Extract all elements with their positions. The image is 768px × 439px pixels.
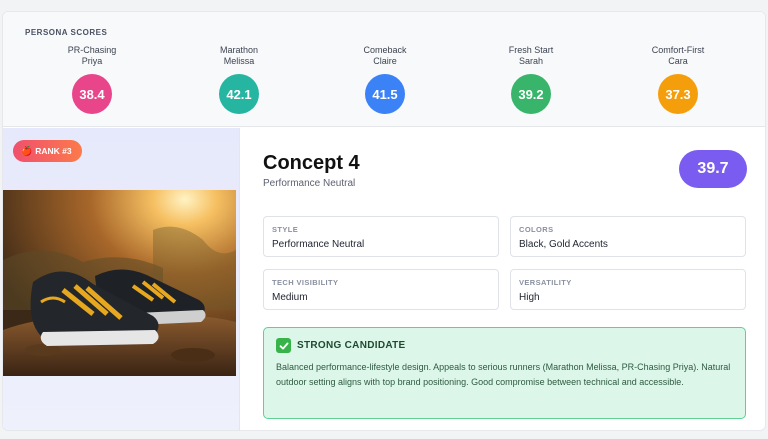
verdict-title: STRONG CANDIDATE: [297, 340, 406, 351]
apple-icon: 🍎: [21, 145, 33, 156]
check-icon: [276, 338, 291, 353]
attribute-value: Medium: [272, 292, 308, 303]
persona-claire: Comeback Claire 41.5: [325, 45, 445, 114]
shoe-photo: [3, 190, 236, 376]
concept-details: Concept 4 Performance Neutral 39.7 STYLE…: [241, 128, 765, 430]
attribute-label: COLORS: [519, 225, 554, 234]
concept-image-panel: 🍎 RANK #3: [3, 128, 240, 430]
persona-name: PR-Chasing Priya: [67, 45, 117, 66]
rank-label: RANK #3: [35, 146, 72, 156]
attribute-colors: COLORS Black, Gold Accents: [510, 216, 746, 257]
attribute-value: High: [519, 292, 540, 303]
attribute-style: STYLE Performance Neutral: [263, 216, 499, 257]
persona-priya: PR-Chasing Priya 38.4: [32, 45, 152, 114]
attribute-label: TECH VISIBILITY: [272, 278, 339, 287]
concept-subtitle: Performance Neutral: [263, 178, 356, 189]
persona-score-badge: 38.4: [72, 74, 112, 114]
attribute-label: VERSATILITY: [519, 278, 572, 287]
attribute-value: Black, Gold Accents: [519, 239, 608, 250]
persona-scores-title: PERSONA SCORES: [25, 28, 108, 37]
attribute-versatility: VERSATILITY High: [510, 269, 746, 310]
rank-badge: 🍎 RANK #3: [13, 140, 82, 162]
persona-name: Marathon Melissa: [219, 45, 259, 66]
persona-name: Comeback Claire: [363, 45, 407, 66]
persona-score-badge: 37.3: [658, 74, 698, 114]
persona-score-badge: 39.2: [511, 74, 551, 114]
persona-score-badge: 42.1: [219, 74, 259, 114]
attribute-tech-visibility: TECH VISIBILITY Medium: [263, 269, 499, 310]
shoe-photo-illustration: [3, 190, 236, 376]
persona-name: Comfort-First Cara: [651, 45, 705, 66]
persona-scores-section: PERSONA SCORES PR-Chasing Priya 38.4 Mar…: [3, 12, 765, 127]
overall-score-badge: 39.7: [679, 150, 747, 188]
persona-cara: Comfort-First Cara 37.3: [618, 45, 738, 114]
concept-title: Concept 4: [263, 152, 360, 174]
verdict-box: STRONG CANDIDATE Balanced performance-li…: [263, 327, 746, 419]
persona-sarah: Fresh Start Sarah 39.2: [471, 45, 591, 114]
persona-name: Fresh Start Sarah: [508, 45, 554, 66]
attribute-label: STYLE: [272, 225, 299, 234]
persona-score-badge: 41.5: [365, 74, 405, 114]
attribute-value: Performance Neutral: [272, 239, 365, 250]
persona-melissa: Marathon Melissa 42.1: [179, 45, 299, 114]
verdict-text: Balanced performance-lifestyle design. A…: [276, 362, 731, 387]
concept-card: PERSONA SCORES PR-Chasing Priya 38.4 Mar…: [2, 11, 766, 431]
